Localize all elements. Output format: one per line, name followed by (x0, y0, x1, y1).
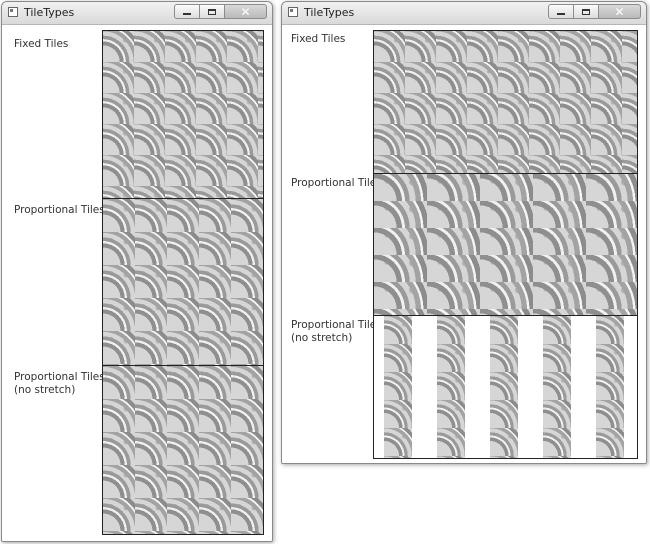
maximize-button[interactable] (200, 4, 225, 19)
label-fixed-tiles: Fixed Tiles (291, 33, 346, 45)
maximize-icon (582, 8, 590, 15)
minimize-button[interactable] (174, 4, 200, 19)
minimize-icon (183, 13, 191, 15)
label-proportional-no-stretch: Proportional Tiles (no stretch) (14, 371, 105, 396)
close-icon: ✕ (614, 4, 625, 19)
minimize-button[interactable] (548, 4, 574, 19)
label-fixed-tiles: Fixed Tiles (14, 38, 69, 50)
close-icon: ✕ (240, 4, 251, 19)
tile-column (596, 316, 624, 458)
client-area: Fixed Tiles Proportional Tiles Proportio… (5, 25, 269, 538)
caption-buttons: ✕ (548, 4, 641, 21)
client-area: Fixed Tiles Proportional Tiles Proportio… (285, 25, 643, 460)
fixed-tiles-panel (102, 30, 264, 200)
title-bar[interactable]: TileTypes ✕ (2, 2, 272, 25)
maximize-button[interactable] (574, 4, 599, 19)
tile-column (543, 316, 571, 458)
label-proportional-tiles: Proportional Tiles (291, 177, 382, 189)
proportional-no-stretch-panel (373, 315, 638, 459)
proportional-no-stretch-panel (102, 365, 264, 535)
proportional-tiles-panel (373, 173, 638, 317)
title-bar[interactable]: TileTypes ✕ (282, 2, 646, 25)
tiletypes-window-wide: TileTypes ✕ Fixed Tiles Proportional Til… (281, 1, 647, 464)
window-title: TileTypes (304, 6, 355, 19)
app-icon[interactable] (8, 7, 18, 17)
fixed-tiles-panel (373, 30, 638, 175)
caption-buttons: ✕ (174, 4, 267, 21)
label-proportional-tiles: Proportional Tiles (14, 204, 105, 216)
label-proportional-no-stretch: Proportional Tiles (no stretch) (291, 319, 382, 344)
tile-column (384, 316, 412, 458)
close-button[interactable]: ✕ (225, 4, 267, 19)
proportional-tiles-panel (102, 198, 264, 368)
app-icon[interactable] (288, 7, 298, 17)
tiletypes-window-narrow: TileTypes ✕ Fixed Tiles Proportional Til… (1, 1, 273, 542)
maximize-icon (208, 8, 216, 15)
tile-column (437, 316, 465, 458)
window-title: TileTypes (24, 6, 75, 19)
minimize-icon (557, 13, 565, 15)
close-button[interactable]: ✕ (599, 4, 641, 19)
tile-column (490, 316, 518, 458)
